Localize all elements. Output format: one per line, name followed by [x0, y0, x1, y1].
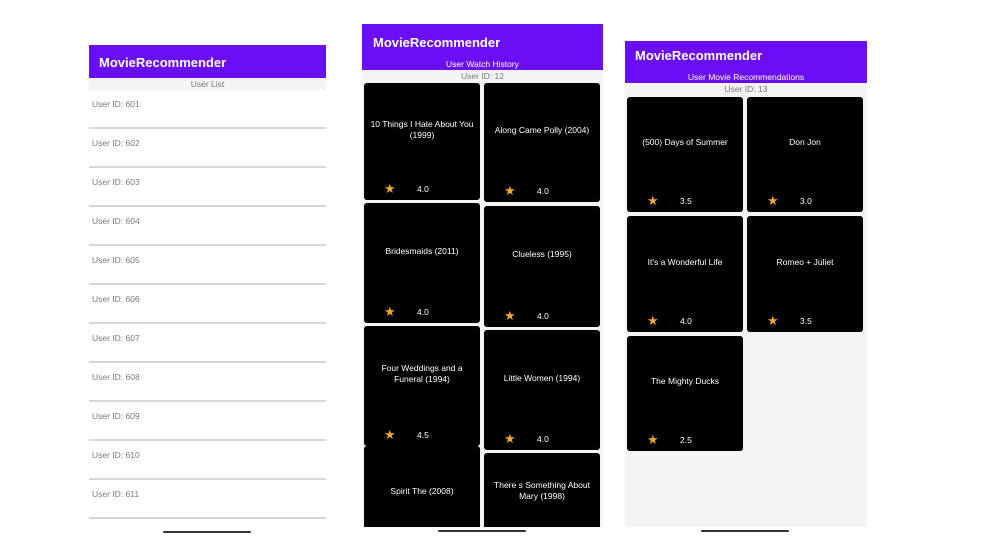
screen-header: User List — [89, 78, 326, 90]
user-id-label: User ID: 610 — [92, 450, 140, 460]
star-icon: ★ — [384, 304, 396, 319]
movie-title: Clueless (1995) — [512, 249, 572, 259]
movie-title: Four Weddings and a Funeral (1994) — [381, 363, 463, 384]
user-id-label: User ID: 608 — [92, 372, 140, 382]
movie-title: (500) Days of Summer — [642, 137, 728, 147]
movie-rating: 3.5 — [800, 316, 812, 326]
movie-card[interactable]: Little Women (1994) ★ 4.0 — [484, 330, 600, 450]
movie-rating: 4.0 — [537, 186, 549, 196]
user-list-item[interactable]: User ID: 611 — [89, 480, 326, 519]
user-list-item[interactable]: User ID: 608 — [89, 363, 326, 402]
movie-title: Bridesmaids (2011) — [385, 245, 459, 256]
recommendations-screen: MovieRecommender User Movie Recommendati… — [625, 41, 867, 527]
user-list-item[interactable]: User ID: 604 — [89, 207, 326, 246]
movie-rating: 2.5 — [680, 435, 692, 445]
user-list-item[interactable]: User ID: 609 — [89, 402, 326, 441]
movie-title: 10 Things I Hate About You (1999) — [370, 118, 474, 140]
movie-card[interactable]: Spirit The (2008) — [364, 446, 480, 527]
user-id-header: User ID: 13 — [625, 83, 867, 95]
user-list-item[interactable]: User ID: 603 — [89, 168, 326, 207]
star-icon: ★ — [647, 193, 659, 208]
user-id-label: User ID: 607 — [92, 333, 140, 343]
user-id-label: User ID: 604 — [92, 216, 140, 226]
user-list-item[interactable]: User ID: 606 — [89, 285, 326, 324]
app-title: MovieRecommender — [373, 35, 501, 50]
app-title: MovieRecommender — [635, 48, 763, 63]
star-icon: ★ — [767, 313, 779, 328]
app-bar: MovieRecommender User Watch History — [362, 24, 603, 70]
home-indicator[interactable] — [163, 531, 251, 533]
movie-card[interactable]: There s Something About Mary (1998) — [484, 453, 600, 527]
star-icon: ★ — [647, 313, 659, 328]
movie-rating: 4.0 — [537, 311, 549, 321]
user-id-label: User ID: 601 — [92, 99, 140, 109]
star-icon: ★ — [384, 427, 396, 442]
user-list: User ID: 601 User ID: 602 User ID: 603 U… — [89, 90, 326, 531]
star-icon: ★ — [384, 181, 396, 196]
user-id-header: User ID: 12 — [362, 70, 603, 82]
screen-title: User Movie Recommendations — [687, 72, 805, 82]
user-list-item[interactable]: User ID: 610 — [89, 441, 326, 480]
star-icon: ★ — [767, 193, 779, 208]
movie-rating: 3.5 — [680, 196, 692, 206]
movie-title: It's a Wonderful Life — [647, 256, 723, 267]
user-id-label: User ID: 609 — [92, 411, 140, 421]
movie-rating: 4.0 — [537, 434, 549, 444]
star-icon: ★ — [504, 308, 516, 323]
user-list-item[interactable]: User ID: 607 — [89, 324, 326, 363]
movie-card[interactable]: (500) Days of Summer ★ 3.5 — [627, 97, 743, 212]
movie-card[interactable]: Don Jon ★ 3.0 — [747, 97, 863, 212]
screen-title: User Watch History — [446, 59, 519, 69]
user-id-label: User ID: 605 — [92, 255, 140, 265]
user-list-item[interactable]: User ID: 601 — [89, 90, 326, 129]
movie-card[interactable]: Along Came Polly (2004) ★ 4.0 — [484, 83, 600, 202]
home-indicator[interactable] — [438, 530, 526, 532]
app-bar: MovieRecommender — [89, 45, 326, 78]
home-indicator[interactable] — [701, 530, 789, 532]
movie-card[interactable]: Romeo + Juliet ★ 3.5 — [747, 216, 863, 332]
movie-card[interactable]: Four Weddings and a Funeral (1994) ★ 4.5 — [364, 326, 480, 446]
movie-title: Spirit The (2008) — [390, 485, 454, 496]
user-id-label: User ID: 602 — [92, 138, 140, 148]
star-icon: ★ — [504, 431, 516, 446]
movie-rating: 4.0 — [417, 184, 429, 194]
app-bar: MovieRecommender User Movie Recommendati… — [625, 41, 867, 83]
app-title: MovieRecommender — [99, 55, 227, 70]
movie-title: Romeo + Juliet — [776, 256, 834, 267]
movie-title: Don Jon — [789, 137, 821, 147]
user-list-item[interactable] — [89, 519, 326, 531]
movie-rating: 4.5 — [417, 430, 429, 440]
user-id-label: User ID: 603 — [92, 177, 140, 187]
movie-card[interactable]: 10 Things I Hate About You (1999) ★ 4.0 — [364, 83, 480, 200]
movie-card[interactable]: It's a Wonderful Life ★ 4.0 — [627, 216, 743, 332]
movie-card[interactable]: The Mighty Ducks ★ 2.5 — [627, 336, 743, 451]
user-list-screen: MovieRecommender User List User ID: 601 … — [89, 45, 326, 531]
user-id-label: User ID: 611 — [92, 489, 140, 499]
movie-title: There s Something About Mary (1998) — [494, 480, 590, 501]
movie-rating: 4.0 — [417, 307, 429, 317]
movie-rating: 3.0 — [800, 196, 812, 206]
movie-title: Little Women (1994) — [503, 372, 581, 383]
movie-card[interactable]: Bridesmaids (2011) ★ 4.0 — [364, 203, 480, 323]
movie-rating: 4.0 — [680, 316, 692, 326]
movie-card[interactable]: Clueless (1995) ★ 4.0 — [484, 206, 600, 327]
user-list-item[interactable]: User ID: 602 — [89, 129, 326, 168]
movie-title: Along Came Polly (2004) — [494, 125, 590, 135]
watch-history-screen: MovieRecommender User Watch History User… — [362, 24, 603, 527]
movie-title: The Mighty Ducks — [650, 376, 720, 386]
user-id-label: User ID: 606 — [92, 294, 140, 304]
user-list-item[interactable]: User ID: 605 — [89, 246, 326, 285]
star-icon: ★ — [504, 183, 516, 198]
star-icon: ★ — [647, 432, 659, 447]
